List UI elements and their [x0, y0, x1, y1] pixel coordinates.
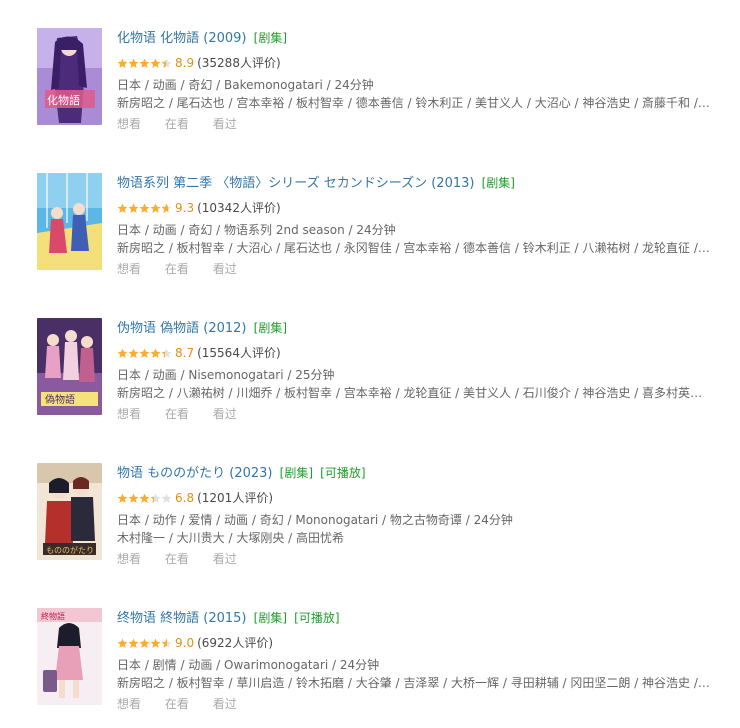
rating-count: (6922人评价)	[197, 636, 273, 650]
rating-row: 6.8 (1201人评价)	[117, 490, 717, 506]
item-cast: 新房昭之 / 尾石达也 / 宫本幸裕 / 板村智幸 / 德本善信 / 铃木利正 …	[117, 96, 713, 110]
watching-button[interactable]: 在看	[165, 407, 189, 421]
svg-text:終物語: 終物語	[41, 611, 65, 621]
title-row: 化物语 化物語 (2009) [剧集]	[117, 28, 717, 48]
watched-button[interactable]: 看过	[213, 697, 237, 711]
rating-stars-icon	[117, 58, 172, 69]
rating-score: 9.0	[175, 636, 195, 650]
item-cast: 新房昭之 / 板村智幸 / 大沼心 / 尾石达也 / 永冈智佳 / 宫本幸裕 /…	[117, 241, 713, 255]
item-meta: 日本 / 动作 / 爱情 / 动画 / 奇幻 / Mononogatari / …	[117, 513, 513, 527]
rating-stars-icon	[117, 348, 172, 359]
item-title[interactable]: 物语系列 第二季 〈物語〉シリーズ セカンドシーズン (2013)	[117, 176, 474, 191]
action-row: 想看 在看 看过	[117, 695, 717, 713]
svg-text:化物語: 化物語	[47, 93, 80, 107]
tag-playable[interactable]: [可播放]	[320, 466, 365, 480]
item-meta: 日本 / 剧情 / 动画 / Owarimonogatari / 24分钟	[117, 658, 380, 672]
svg-text:もののがたり: もののがたり	[46, 545, 94, 555]
rating-count: (15564人评价)	[197, 346, 281, 360]
title-row: 物语 もののがたり (2023) [剧集] [可播放]	[117, 463, 717, 483]
want-to-watch-button[interactable]: 想看	[117, 407, 141, 421]
watched-button[interactable]: 看过	[213, 552, 237, 566]
poster-image[interactable]	[37, 173, 102, 270]
item-title[interactable]: 终物语 終物語 (2015)	[117, 611, 247, 626]
watched-button[interactable]: 看过	[213, 407, 237, 421]
list-item: もののがたり 物语 もののがたり (2023) [剧集] [可播放] 6.8 (…	[37, 463, 717, 583]
item-info: 终物语 終物語 (2015) [剧集] [可播放] 9.0 (6922人评价) …	[117, 608, 717, 713]
poster-artwork: 化物語	[37, 28, 102, 125]
item-cast: 新房昭之 / 板村智幸 / 草川启造 / 铃木拓磨 / 大谷肇 / 吉泽翠 / …	[117, 676, 713, 690]
want-to-watch-button[interactable]: 想看	[117, 262, 141, 276]
rating-score: 6.8	[175, 491, 195, 505]
rating-count: (35288人评价)	[197, 56, 281, 70]
tag-series[interactable]: [剧集]	[254, 31, 287, 45]
item-cast: 新房昭之 / 八濑祐树 / 川畑乔 / 板村智幸 / 宫本幸裕 / 龙轮直征 /…	[117, 386, 713, 400]
title-row: 终物语 終物語 (2015) [剧集] [可播放]	[117, 608, 717, 628]
rating-score: 9.3	[175, 201, 195, 215]
poster-image[interactable]: 化物語	[37, 28, 102, 125]
item-meta: 日本 / 动画 / 奇幻 / Bakemonogatari / 24分钟	[117, 78, 374, 92]
title-row: 物语系列 第二季 〈物語〉シリーズ セカンドシーズン (2013) [剧集]	[117, 173, 717, 193]
title-row: 伪物语 偽物語 (2012) [剧集]	[117, 318, 717, 338]
rating-row: 9.0 (6922人评价)	[117, 635, 717, 651]
poster-image[interactable]: 偽物語	[37, 318, 102, 415]
rating-stars-icon	[117, 493, 172, 504]
item-title[interactable]: 化物语 化物語 (2009)	[117, 31, 247, 46]
rating-row: 9.3 (10342人评价)	[117, 200, 717, 216]
list-item: 偽物語 伪物语 偽物語 (2012) [剧集] 8.7 (15564人评价) 日…	[37, 318, 717, 438]
rating-row: 8.9 (35288人评价)	[117, 55, 717, 71]
item-title[interactable]: 物语 もののがたり (2023)	[117, 466, 273, 481]
poster-image[interactable]: もののがたり	[37, 463, 102, 560]
rating-score: 8.7	[175, 346, 195, 360]
poster-artwork: もののがたり	[37, 463, 102, 560]
list-item: 化物語 化物语 化物語 (2009) [剧集] 8.9 (35288人评价) 日…	[37, 28, 717, 148]
tag-series[interactable]: [剧集]	[482, 176, 515, 190]
want-to-watch-button[interactable]: 想看	[117, 117, 141, 131]
poster-artwork: 偽物語	[37, 318, 102, 415]
list-item: 物语系列 第二季 〈物語〉シリーズ セカンドシーズン (2013) [剧集] 9…	[37, 173, 717, 293]
watched-button[interactable]: 看过	[213, 262, 237, 276]
item-info: 物语系列 第二季 〈物語〉シリーズ セカンドシーズン (2013) [剧集] 9…	[117, 173, 717, 278]
action-row: 想看 在看 看过	[117, 115, 717, 133]
action-row: 想看 在看 看过	[117, 260, 717, 278]
svg-text:偽物語: 偽物語	[45, 393, 75, 406]
rating-stars-icon	[117, 203, 172, 214]
action-row: 想看 在看 看过	[117, 550, 717, 568]
poster-artwork	[37, 173, 102, 270]
rating-row: 8.7 (15564人评价)	[117, 345, 717, 361]
rating-score: 8.9	[175, 56, 195, 70]
list-item: 終物語 终物语 終物語 (2015) [剧集] [可播放] 9.0 (6922人…	[37, 608, 717, 728]
poster-artwork: 終物語	[37, 608, 102, 705]
item-cast: 木村隆一 / 大川贵大 / 大塚刚央 / 高田忧希	[117, 531, 345, 545]
watching-button[interactable]: 在看	[165, 262, 189, 276]
rating-stars-icon	[117, 638, 172, 649]
want-to-watch-button[interactable]: 想看	[117, 552, 141, 566]
want-to-watch-button[interactable]: 想看	[117, 697, 141, 711]
tag-series[interactable]: [剧集]	[254, 611, 287, 625]
watching-button[interactable]: 在看	[165, 552, 189, 566]
action-row: 想看 在看 看过	[117, 405, 717, 423]
item-info: 伪物语 偽物語 (2012) [剧集] 8.7 (15564人评价) 日本 / …	[117, 318, 717, 423]
watching-button[interactable]: 在看	[165, 697, 189, 711]
tag-series[interactable]: [剧集]	[280, 466, 313, 480]
rating-count: (10342人评价)	[197, 201, 281, 215]
item-info: 化物语 化物語 (2009) [剧集] 8.9 (35288人评价) 日本 / …	[117, 28, 717, 133]
tag-playable[interactable]: [可播放]	[294, 611, 339, 625]
watched-button[interactable]: 看过	[213, 117, 237, 131]
item-title[interactable]: 伪物语 偽物語 (2012)	[117, 321, 247, 336]
item-info: 物语 もののがたり (2023) [剧集] [可播放] 6.8 (1201人评价…	[117, 463, 717, 568]
subject-list: 化物語 化物语 化物語 (2009) [剧集] 8.9 (35288人评价) 日…	[0, 0, 740, 728]
tag-series[interactable]: [剧集]	[254, 321, 287, 335]
item-meta: 日本 / 动画 / 奇幻 / 物语系列 2nd season / 24分钟	[117, 223, 396, 237]
watching-button[interactable]: 在看	[165, 117, 189, 131]
poster-image[interactable]: 終物語	[37, 608, 102, 705]
rating-count: (1201人评价)	[197, 491, 273, 505]
item-meta: 日本 / 动画 / Nisemonogatari / 25分钟	[117, 368, 335, 382]
